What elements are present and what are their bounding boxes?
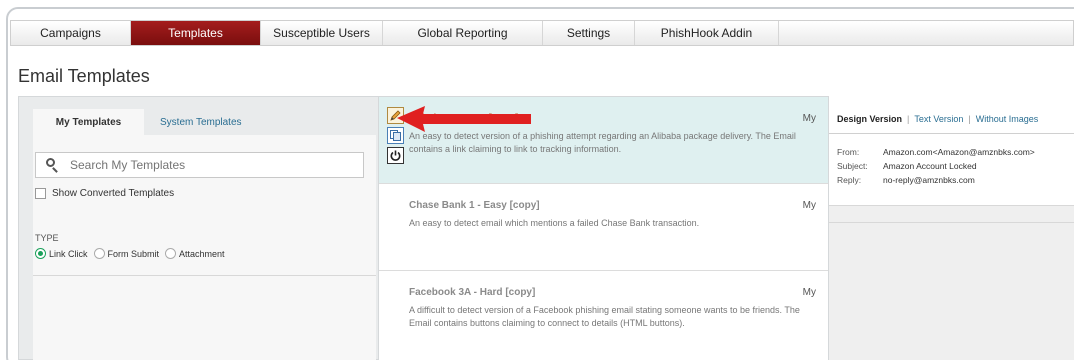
template-source-tabs: My Templates System Templates — [33, 109, 258, 135]
template-list: Alibaba 1 - Easy [copy] My An easy to de… — [379, 96, 828, 360]
template-card[interactable]: Alibaba 1 - Easy [copy] My An easy to de… — [379, 97, 828, 184]
template-owner: My — [802, 287, 816, 298]
template-card[interactable]: Facebook 3A - Hard [copy] My A difficult… — [379, 271, 828, 360]
show-converted-row[interactable]: Show Converted Templates — [35, 188, 174, 199]
radio-form-submit[interactable] — [93, 248, 105, 259]
copy-button[interactable] — [387, 127, 404, 144]
tab-my-templates[interactable]: My Templates — [33, 109, 144, 135]
power-icon — [390, 150, 401, 161]
tab-phishhook-addin[interactable]: PhishHook Addin — [635, 21, 779, 45]
tab-text-version[interactable]: Text Version — [914, 114, 963, 124]
copy-icon — [390, 130, 401, 141]
preview-subject: Subject: Amazon Account Locked — [837, 161, 977, 171]
template-title[interactable]: Facebook 3A - Hard [copy] — [409, 287, 535, 298]
reply-value: no-reply@amznbks.com — [883, 175, 975, 185]
divider — [829, 133, 1074, 134]
from-label: From: — [837, 147, 860, 157]
edit-button[interactable] — [387, 107, 404, 124]
preview-header: Design Version | Text Version | Without Imag… — [829, 96, 1074, 206]
main-navbar: Campaigns Templates Susceptible Users Gl… — [10, 20, 1074, 46]
from-value: Amazon.com<Amazon@amznbks.com> — [883, 147, 1035, 157]
reply-label: Reply: — [837, 175, 862, 185]
tab-templates[interactable]: Templates — [131, 21, 261, 45]
type-radio-group: Link Click Form Submit Attachment — [35, 248, 231, 259]
type-heading: TYPE — [35, 233, 59, 243]
template-owner: My — [802, 113, 816, 124]
template-title[interactable]: Chase Bank 1 - Easy [copy] — [409, 200, 540, 211]
search-icon — [36, 153, 64, 177]
filter-panel: My Templates System Templates Show Conve… — [18, 96, 379, 360]
type-option-form-submit[interactable]: Form Submit — [93, 248, 160, 259]
preview-version-tabs: Design Version | Text Version | Without Imag… — [837, 114, 1039, 124]
radio-link-click[interactable] — [35, 248, 46, 259]
tab-settings[interactable]: Settings — [543, 21, 635, 45]
divider — [829, 222, 1074, 223]
radio-attachment[interactable] — [165, 248, 177, 259]
type-option-label: Link Click — [49, 248, 88, 259]
tab-campaigns[interactable]: Campaigns — [11, 21, 131, 45]
template-card[interactable]: Chase Bank 1 - Easy [copy] My An easy to… — [379, 184, 828, 271]
type-option-link-click[interactable]: Link Click — [35, 248, 88, 259]
type-option-label: Form Submit — [107, 248, 160, 259]
page-title: Email Templates — [18, 66, 150, 86]
tab-design-version[interactable]: Design Version — [837, 114, 902, 124]
show-converted-label: Show Converted Templates — [52, 188, 175, 199]
template-description: An easy to detect version of a phishing … — [409, 131, 796, 154]
preview-reply: Reply: no-reply@amznbks.com — [837, 175, 975, 185]
subject-value: Amazon Account Locked — [883, 161, 977, 171]
template-owner: My — [802, 200, 816, 211]
subject-label: Subject: — [837, 161, 868, 171]
template-description: An easy to detect email which mentions a… — [409, 218, 700, 228]
template-preview: Design Version | Text Version | Without Imag… — [828, 96, 1074, 360]
search-input[interactable] — [64, 158, 344, 172]
toggle-button[interactable] — [387, 147, 404, 164]
template-description: A difficult to detect version of a Faceb… — [409, 305, 800, 328]
preview-from: From: Amazon.com<Amazon@amznbks.com> — [837, 147, 1035, 157]
pencil-icon — [390, 110, 401, 121]
type-option-label: Attachment — [179, 248, 225, 259]
tab-susceptible-users[interactable]: Susceptible Users — [261, 21, 383, 45]
tab-system-templates[interactable]: System Templates — [144, 109, 258, 135]
type-option-attachment[interactable]: Attachment — [165, 248, 225, 259]
filter-body: Show Converted Templates TYPE Link Click… — [33, 135, 376, 360]
tab-global-reporting[interactable]: Global Reporting — [383, 21, 543, 45]
search-field[interactable] — [35, 152, 364, 178]
show-converted-checkbox[interactable] — [35, 188, 46, 199]
tab-without-images[interactable]: Without Images — [976, 114, 1039, 124]
template-title[interactable]: Alibaba 1 - Easy [copy] — [409, 113, 518, 124]
divider — [33, 275, 376, 276]
